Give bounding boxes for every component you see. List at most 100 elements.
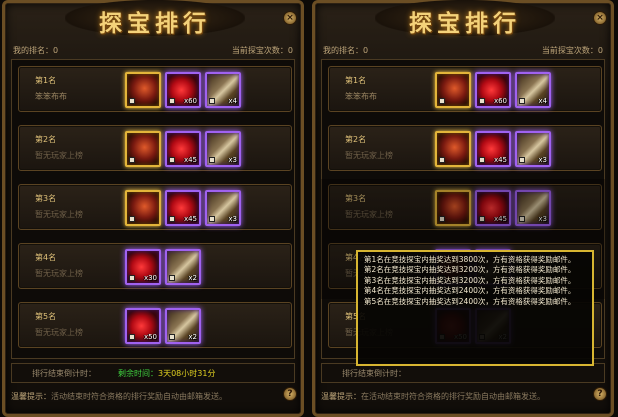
bind-badge-icon [519,98,525,104]
rank-player: 暂无玩家上榜 [35,151,83,160]
red-gem-icon[interactable]: x60 [475,72,511,108]
item-quantity: x60 [183,97,197,105]
treasure-chest-icon[interactable]: x4 [205,72,241,108]
my-rank: 我的排名：0 [13,46,59,55]
bind-badge-icon [129,157,135,163]
helmet-icon[interactable] [435,131,471,167]
red-gem-icon[interactable]: x45 [165,190,201,226]
my-draw-count: 当前探宝次数：0 [541,46,603,55]
bind-badge-icon [519,157,525,163]
red-gem-icon[interactable]: x30 [125,249,161,285]
tip-label: 温馨提示： [11,392,51,401]
rank-title: 第3名 [35,194,57,203]
item-quantity: x50 [143,333,157,341]
red-gem-icon[interactable]: x45 [475,131,511,167]
rank-title: 第5名 [35,312,57,321]
tooltip-line: 第3名在竞技探宝内抽奖达到3200次，方有资格获得奖励邮件。 [364,275,576,285]
bind-badge-icon [479,157,485,163]
bind-badge-icon [169,216,175,222]
bind-badge-icon [169,98,175,104]
tooltip-line: 第4名在竞技探宝内抽奖达到2400次，方有资格获得奖励邮件。 [364,286,576,296]
treasure-chest-icon[interactable]: x2 [165,308,201,344]
red-gem-icon[interactable]: x45 [165,131,201,167]
title-banner: 探宝排行 [65,0,245,37]
my-draw-count: 当前探宝次数：0 [231,46,293,55]
tooltip-line: 第1名在竞技探宝内抽奖达到3800次，方有资格获得奖励邮件。 [364,255,576,264]
tip-body: 在活动结束时符合资格的排行奖励自动由邮箱发送。 [361,392,545,401]
bind-badge-icon [129,98,135,104]
help-icon[interactable]: ? [283,387,297,401]
rank-title: 第2名 [345,135,367,144]
tip-label: 温馨提示： [321,392,361,401]
panel-title: 探宝排行 [409,10,521,37]
rank-player: 暂无玩家上榜 [35,328,83,337]
bind-badge-icon [439,157,445,163]
item-quantity: x2 [188,274,197,282]
treasure-chest-icon[interactable]: x3 [205,190,241,226]
item-quantity: x4 [538,97,547,105]
item-quantity: x60 [493,97,507,105]
treasure-chest-icon[interactable]: x3 [205,131,241,167]
rank-row: 第3名暂无玩家上榜 x45 x3 [18,184,292,230]
rank-player: 暂无玩家上榜 [35,210,83,219]
rank-row: 第2名暂无玩家上榜 x45 x3 [18,125,292,171]
item-quantity: x3 [538,156,547,164]
helmet-icon[interactable] [435,72,471,108]
bind-badge-icon [129,334,135,340]
rank-player: 暂无玩家上榜 [35,269,83,278]
ranking-panel-left: 探宝排行 × 我的排名：0 当前探宝次数：0 第1名笨笨布布 x60 x4 第2名暂无… [2,0,304,417]
rank-row: 第5名暂无玩家上榜 x50 x2 [18,302,292,348]
item-quantity: x45 [493,156,507,164]
bind-badge-icon [209,157,215,163]
treasure-chest-icon[interactable]: x2 [165,249,201,285]
rank-title: 第2名 [35,135,57,144]
red-gem-icon[interactable]: x50 [125,308,161,344]
rank-row: 第1名笨笨布布 x60 x4 [18,66,292,112]
countdown-timer: 剩余时间：3天08小时31分 [118,368,215,379]
treasure-chest-icon[interactable]: x4 [515,72,551,108]
item-quantity: x3 [228,215,237,223]
bind-badge-icon [479,98,485,104]
rank-list: 第1名 笨笨布布 x60 x4 第2名 暂无玩家上榜 x45 x3 第3名 暂无玩家上榜 x45 x3… [11,59,295,359]
countdown-label: 排行结束倒计时： [342,369,406,378]
item-quantity: x45 [183,156,197,164]
tip-text: 温馨提示：活动结束时符合资格的排行奖励自动由邮箱发送。 [11,391,291,402]
rank-row: 第4名暂无玩家上榜 x30 x2 [18,243,292,289]
item-quantity: x3 [228,156,237,164]
close-icon[interactable]: × [283,11,297,25]
title-banner: 探宝排行 [375,0,555,37]
countdown-value: 3天08小时31分 [158,369,216,378]
rank-player: 暂无玩家上榜 [345,151,393,160]
helmet-icon[interactable] [125,190,161,226]
tooltip-line: 第5名在竞技探宝内抽奖达到2400次，方有资格获得奖励邮件。 [364,296,576,306]
close-icon[interactable]: × [593,11,607,25]
tip-text: 温馨提示：在活动结束时符合资格的排行奖励自动由邮箱发送。 [321,391,601,402]
bind-badge-icon [169,157,175,163]
countdown-bar: 排行结束倒计时： [321,363,605,383]
tip-body: 活动结束时符合资格的排行奖励自动由邮箱发送。 [51,392,227,401]
rank-row: 第2名暂无玩家上榜 x45 x3 [328,125,602,171]
panel-title: 探宝排行 [99,10,211,37]
rank-title: 第1名 [35,76,57,85]
my-rank: 我的排名：0 [323,46,369,55]
requirement-tooltip: 第1名在竞技探宝内抽奖达到3800次，方有资格获得奖励邮件。 第2名在竞技探宝内… [356,250,594,366]
bind-badge-icon [209,98,215,104]
item-quantity: x30 [143,274,157,282]
item-quantity: x4 [228,97,237,105]
item-quantity: x45 [183,215,197,223]
bind-badge-icon [129,216,135,222]
treasure-chest-icon[interactable]: x3 [515,131,551,167]
helmet-icon[interactable] [125,72,161,108]
rank-player: 笨笨布布 [35,92,67,101]
item-quantity: x2 [188,333,197,341]
red-gem-icon[interactable]: x60 [165,72,201,108]
bind-badge-icon [169,334,175,340]
helmet-icon[interactable] [125,131,161,167]
bind-badge-icon [209,216,215,222]
rank-row: 第1名 笨笨布布 x60 x4 [328,66,602,112]
bind-badge-icon [129,275,135,281]
countdown-bar: 排行结束倒计时： 剩余时间：3天08小时31分 [11,363,295,383]
tooltip-line: 第2名在竞技探宝内抽奖达到3200次，方有资格获得奖励邮件。 [364,265,576,275]
rank-title: 第4名 [35,253,57,262]
help-icon[interactable]: ? [593,387,607,401]
